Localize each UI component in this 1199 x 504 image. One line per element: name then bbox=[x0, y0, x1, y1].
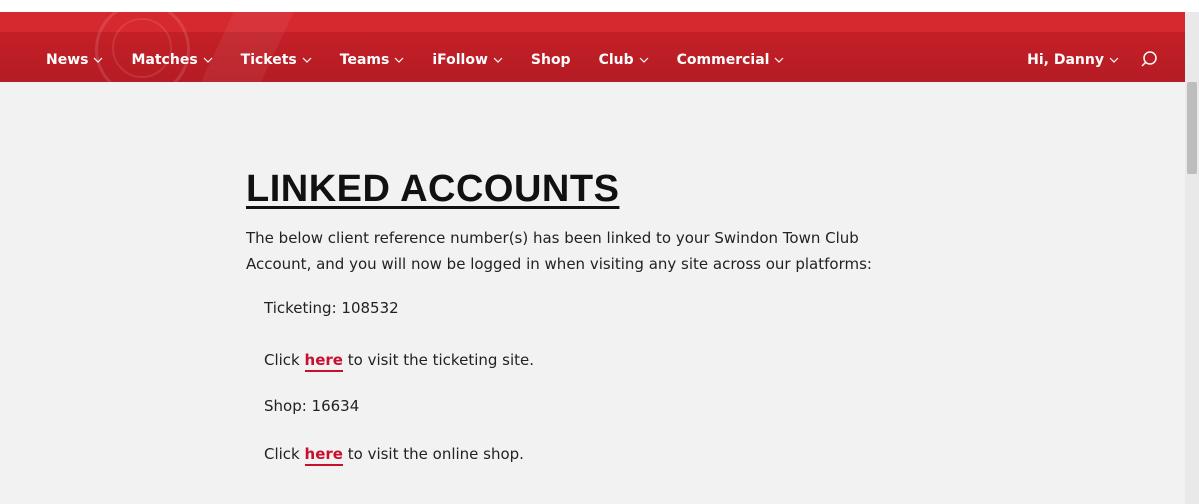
nav-item-tickets[interactable]: Tickets bbox=[241, 52, 312, 68]
user-menu[interactable]: Hi, Danny bbox=[1027, 52, 1119, 68]
nav-right: Hi, Danny bbox=[1027, 50, 1159, 70]
nav-item-label: News bbox=[46, 52, 89, 68]
nav-item-label: Club bbox=[598, 52, 634, 68]
linked-accounts-content: LINKED ACCOUNTS The below client referen… bbox=[246, 168, 946, 277]
nav-item-club[interactable]: Club bbox=[599, 52, 649, 68]
nav-item-news[interactable]: News bbox=[46, 52, 103, 68]
chevron-down-icon bbox=[493, 57, 503, 63]
chevron-down-icon bbox=[394, 57, 404, 63]
ticketing-visit-line: Click here to visit the ticketing site. bbox=[264, 351, 535, 372]
nav-item-teams[interactable]: Teams bbox=[340, 52, 405, 68]
chevron-down-icon bbox=[203, 57, 213, 63]
page-title: LINKED ACCOUNTS bbox=[246, 168, 620, 210]
click-suffix: to visit the online shop. bbox=[347, 445, 524, 463]
nav-item-label: Tickets bbox=[240, 52, 297, 68]
nav-item-label: Teams bbox=[339, 52, 390, 68]
search-icon[interactable] bbox=[1139, 50, 1159, 70]
user-menu-label: Hi, Danny bbox=[1027, 52, 1104, 68]
chevron-down-icon bbox=[1109, 57, 1119, 63]
nav-item-label: Matches bbox=[131, 52, 198, 68]
online-shop-link[interactable]: here bbox=[304, 445, 343, 466]
nav-item-ifollow[interactable]: iFollow bbox=[432, 52, 503, 68]
click-prefix: Click bbox=[264, 445, 300, 463]
nav-item-label: Commercial bbox=[676, 52, 770, 68]
nav-item-commercial[interactable]: Commercial bbox=[677, 52, 785, 68]
main-navbar: News Matches Tickets Teams iFollow Shop … bbox=[0, 12, 1185, 82]
chevron-down-icon bbox=[302, 57, 312, 63]
intro-text: The below client reference number(s) has… bbox=[246, 229, 872, 273]
shop-visit-line: Click here to visit the online shop. bbox=[264, 445, 524, 466]
scrollbar-thumb[interactable] bbox=[1187, 82, 1197, 174]
ticketing-reference: Ticketing: 108532 bbox=[264, 299, 399, 317]
ticketing-site-link[interactable]: here bbox=[304, 351, 343, 372]
page-scrollbar[interactable] bbox=[1185, 12, 1199, 504]
nav-item-shop[interactable]: Shop bbox=[531, 52, 571, 68]
click-suffix: to visit the ticketing site. bbox=[347, 351, 535, 369]
nav-item-label: iFollow bbox=[432, 52, 488, 68]
nav-menu: News Matches Tickets Teams iFollow Shop … bbox=[46, 50, 812, 70]
nav-item-label: Shop bbox=[530, 52, 571, 68]
top-strip bbox=[0, 0, 1199, 12]
chevron-down-icon bbox=[775, 57, 784, 63]
click-prefix: Click bbox=[264, 351, 300, 369]
shop-reference: Shop: 16634 bbox=[264, 397, 360, 415]
chevron-down-icon bbox=[94, 57, 103, 63]
chevron-down-icon bbox=[639, 57, 649, 63]
nav-item-matches[interactable]: Matches bbox=[131, 52, 213, 68]
